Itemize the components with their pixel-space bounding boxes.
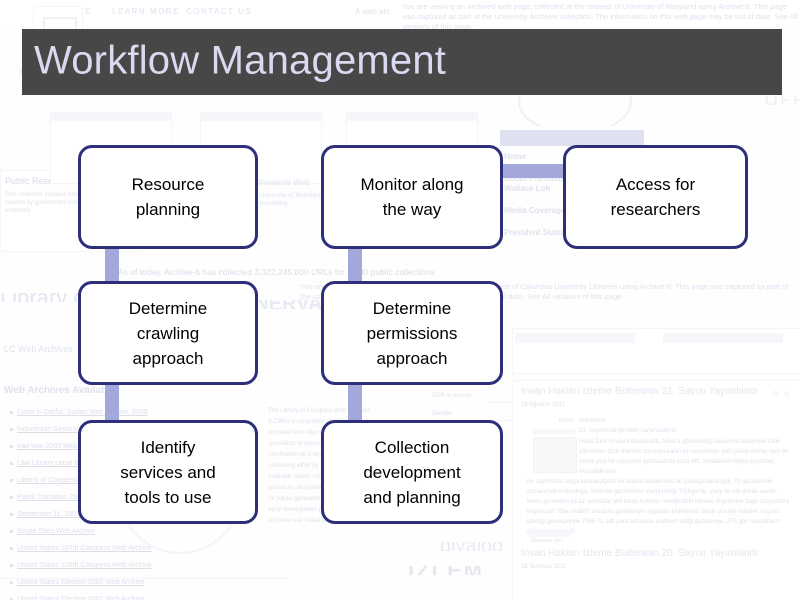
flow-box-access-for-researchers[interactable]: Access for researchers	[563, 145, 748, 249]
bg-news-heading-2: Insan Hakları Izleme Bülteninin 20. Sayı…	[521, 549, 758, 558]
bg-archive-list-item: United States Election 2000 Web Archive	[10, 578, 260, 587]
flow-box-label: Collection development and planning	[363, 437, 461, 507]
bg-news-body-1: Hrant Dink cinayeti davasında, Nihat'a g…	[579, 439, 789, 475]
bg-president-item-home: Home	[504, 152, 527, 161]
bg-president-item-wallace: Wallace Loh	[504, 184, 551, 193]
bg-news-panel: Insan Hakları Izleme Bülteninin 21. Sayı…	[512, 380, 800, 600]
bg-mid-bar-1	[515, 333, 635, 343]
connector-crawling-to-identify	[105, 383, 119, 423]
bg-president-item-statues: President Statues	[504, 228, 572, 237]
bg-list-bullet-icon	[10, 512, 13, 516]
flow-box-label: Monitor along the way	[360, 175, 464, 219]
bg-mid-panel-right	[512, 328, 800, 374]
bg-news-body2-1: Bu sayımızda sıkça kuralacağınız bir baş…	[527, 479, 790, 535]
slide-title-bar: Workflow Management	[22, 29, 782, 95]
flow-box-monitor-along-the-way[interactable]: Monitor along the way	[321, 145, 503, 249]
bg-news-date-2: 28 Temmuz 2011	[521, 564, 567, 570]
bg-tile-3-bar	[347, 113, 477, 121]
bg-bottom-rule	[0, 578, 290, 579]
bg-off-label: OFF	[765, 96, 800, 105]
bg-news-tag-bar	[533, 429, 575, 434]
bg-nav-learn-more: LEARN MORE	[112, 7, 180, 16]
bg-news-subject-label-1: Konu:	[559, 418, 575, 424]
flow-box-resource-planning[interactable]: Resource planning	[78, 145, 258, 249]
bg-list-bullet-icon	[10, 529, 13, 533]
bg-web-arc-text: A web arc	[355, 7, 391, 16]
flow-box-label: Access for researchers	[610, 175, 701, 219]
flow-box-determine-crawling-approach[interactable]: Determine crawling approach	[78, 281, 258, 385]
bg-archive-it-stat: As of today, Archive-It has collected 3,…	[118, 268, 435, 277]
slide-canvas: HOME LEARN MORE CONTACT US A web arc You…	[0, 0, 800, 600]
flow-box-identify-services-and-tools[interactable]: Identify services and tools to use	[78, 420, 258, 524]
bg-president-item-media: Media Coverage	[504, 206, 566, 215]
flow-box-label: Determine permissions approach	[366, 298, 458, 368]
bg-news-heading-1: Insan Hakları Izleme Bülteninin 21. Sayı…	[521, 387, 758, 396]
bg-list-bullet-icon	[10, 580, 13, 584]
bg-list-bullet-icon	[10, 427, 13, 431]
bg-archive-list-item: United States Election 2002 Web Archive	[10, 595, 260, 600]
bg-list-bullet-icon	[10, 563, 13, 567]
bg-web-archives-heading: Web Archives Available	[4, 386, 116, 395]
flow-box-label: Identify services and tools to use	[120, 437, 216, 507]
connector-monitor-to-access	[500, 164, 566, 178]
page-title: Workflow Management	[34, 38, 447, 83]
bg-news-date-1: 18 Ağustos 2011	[521, 402, 566, 408]
connector-permissions-to-collection	[348, 383, 362, 423]
bg-list-bullet-icon	[10, 444, 13, 448]
flow-box-determine-permissions-approach[interactable]: Determine permissions approach	[321, 281, 503, 385]
bg-news-thumbnail	[533, 437, 577, 473]
bg-nav-contact-us: CONTACT US	[186, 7, 253, 16]
bg-form-gender-label: Gender	[432, 411, 453, 417]
bg-list-bullet-icon	[10, 478, 13, 482]
bg-archive-list-item: Crisis in Darfur, Sudan Web Archive, 200…	[10, 408, 260, 417]
bg-news-button-1[interactable]: Devamını oku	[529, 529, 571, 544]
flow-box-collection-development-and-planning[interactable]: Collection development and planning	[321, 420, 503, 524]
bg-form-bgr-label: BGR in person	[432, 393, 472, 399]
bg-news-lead-1: 21. sayımızda yeniden karşınızdayız.	[579, 428, 678, 434]
bg-list-bullet-icon	[10, 546, 13, 550]
flow-box-label: Resource planning	[131, 175, 205, 219]
bg-mid-bar-2	[663, 333, 783, 343]
bg-list-bullet-icon	[10, 461, 13, 465]
flow-box-label: Determine crawling approach	[128, 298, 208, 368]
bg-list-bullet-icon	[10, 495, 13, 499]
bg-tile-1-bar	[51, 113, 171, 121]
bg-tile-2-bar	[201, 113, 321, 121]
connector-resource-to-crawling	[105, 246, 119, 284]
bg-list-bullet-icon	[10, 410, 13, 414]
bg-izlem-label: IZLEM	[408, 566, 484, 575]
bg-diyalog-label: diyalog	[440, 542, 503, 551]
bg-news-action-icons: ☺ ☼	[771, 389, 791, 398]
connector-monitor-to-permissions	[348, 246, 362, 284]
bg-president-nav-highlight	[500, 130, 644, 146]
bg-lc-web-archives: LC Web Archives	[4, 345, 73, 354]
bg-archive-list-item: United States 108th Congress Web Archive	[10, 561, 260, 570]
bg-news-subject-value-1: Mahkeme	[579, 418, 606, 424]
bg-archive-list-item: United States 107th Congress Web Archive	[10, 544, 260, 553]
